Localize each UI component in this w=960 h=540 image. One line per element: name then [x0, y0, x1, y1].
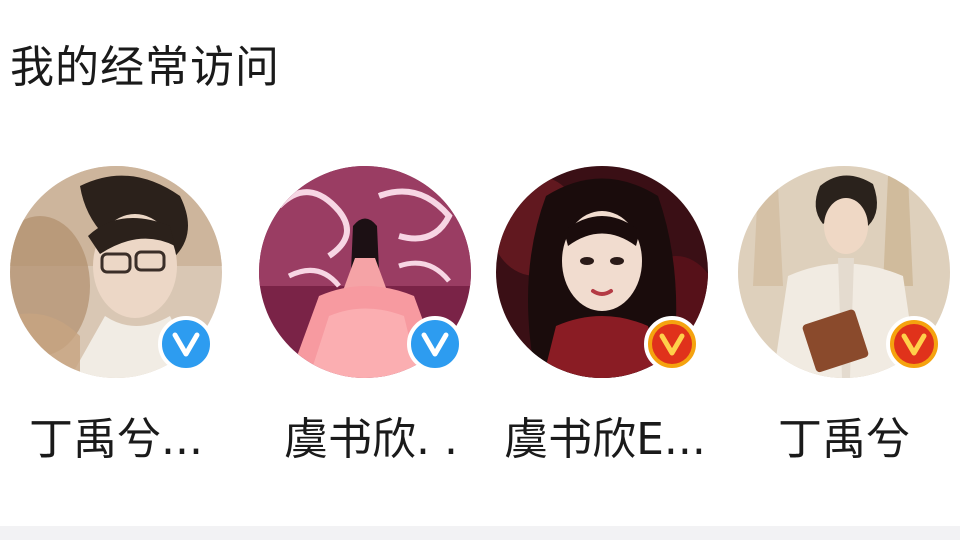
verified-v-icon — [901, 333, 927, 356]
frequent-visit-item[interactable]: 虞书欣E... — [484, 166, 724, 476]
item-name: 丁禹兮 — [778, 414, 910, 465]
frequent-visit-item[interactable]: 丁禹兮 — [728, 166, 960, 476]
verified-badge — [407, 316, 463, 372]
item-name: 虞书欣. . — [284, 414, 458, 465]
verified-badge — [644, 316, 700, 372]
avatar-container — [738, 166, 950, 378]
verified-badge — [886, 316, 942, 372]
frequent-visit-item[interactable]: 丁禹兮... — [0, 166, 240, 476]
verified-v-icon — [421, 332, 449, 357]
item-name: 丁禹兮... — [29, 414, 203, 465]
frequent-visit-item[interactable]: 虞书欣. . — [245, 166, 485, 476]
divider — [0, 526, 960, 540]
avatar-container — [259, 166, 471, 378]
item-name: 虞书欣E... — [504, 414, 706, 465]
verified-v-icon — [172, 332, 200, 357]
verified-v-icon — [659, 333, 685, 356]
avatar-container — [10, 166, 222, 378]
avatar-container — [496, 166, 708, 378]
verified-badge — [158, 316, 214, 372]
section-title: 我的经常访问 — [10, 42, 280, 93]
frequent-visits-panel: 我的经常访问 丁禹兮... 虞书欣. . 虞书欣E... 丁禹兮 — [0, 0, 960, 540]
